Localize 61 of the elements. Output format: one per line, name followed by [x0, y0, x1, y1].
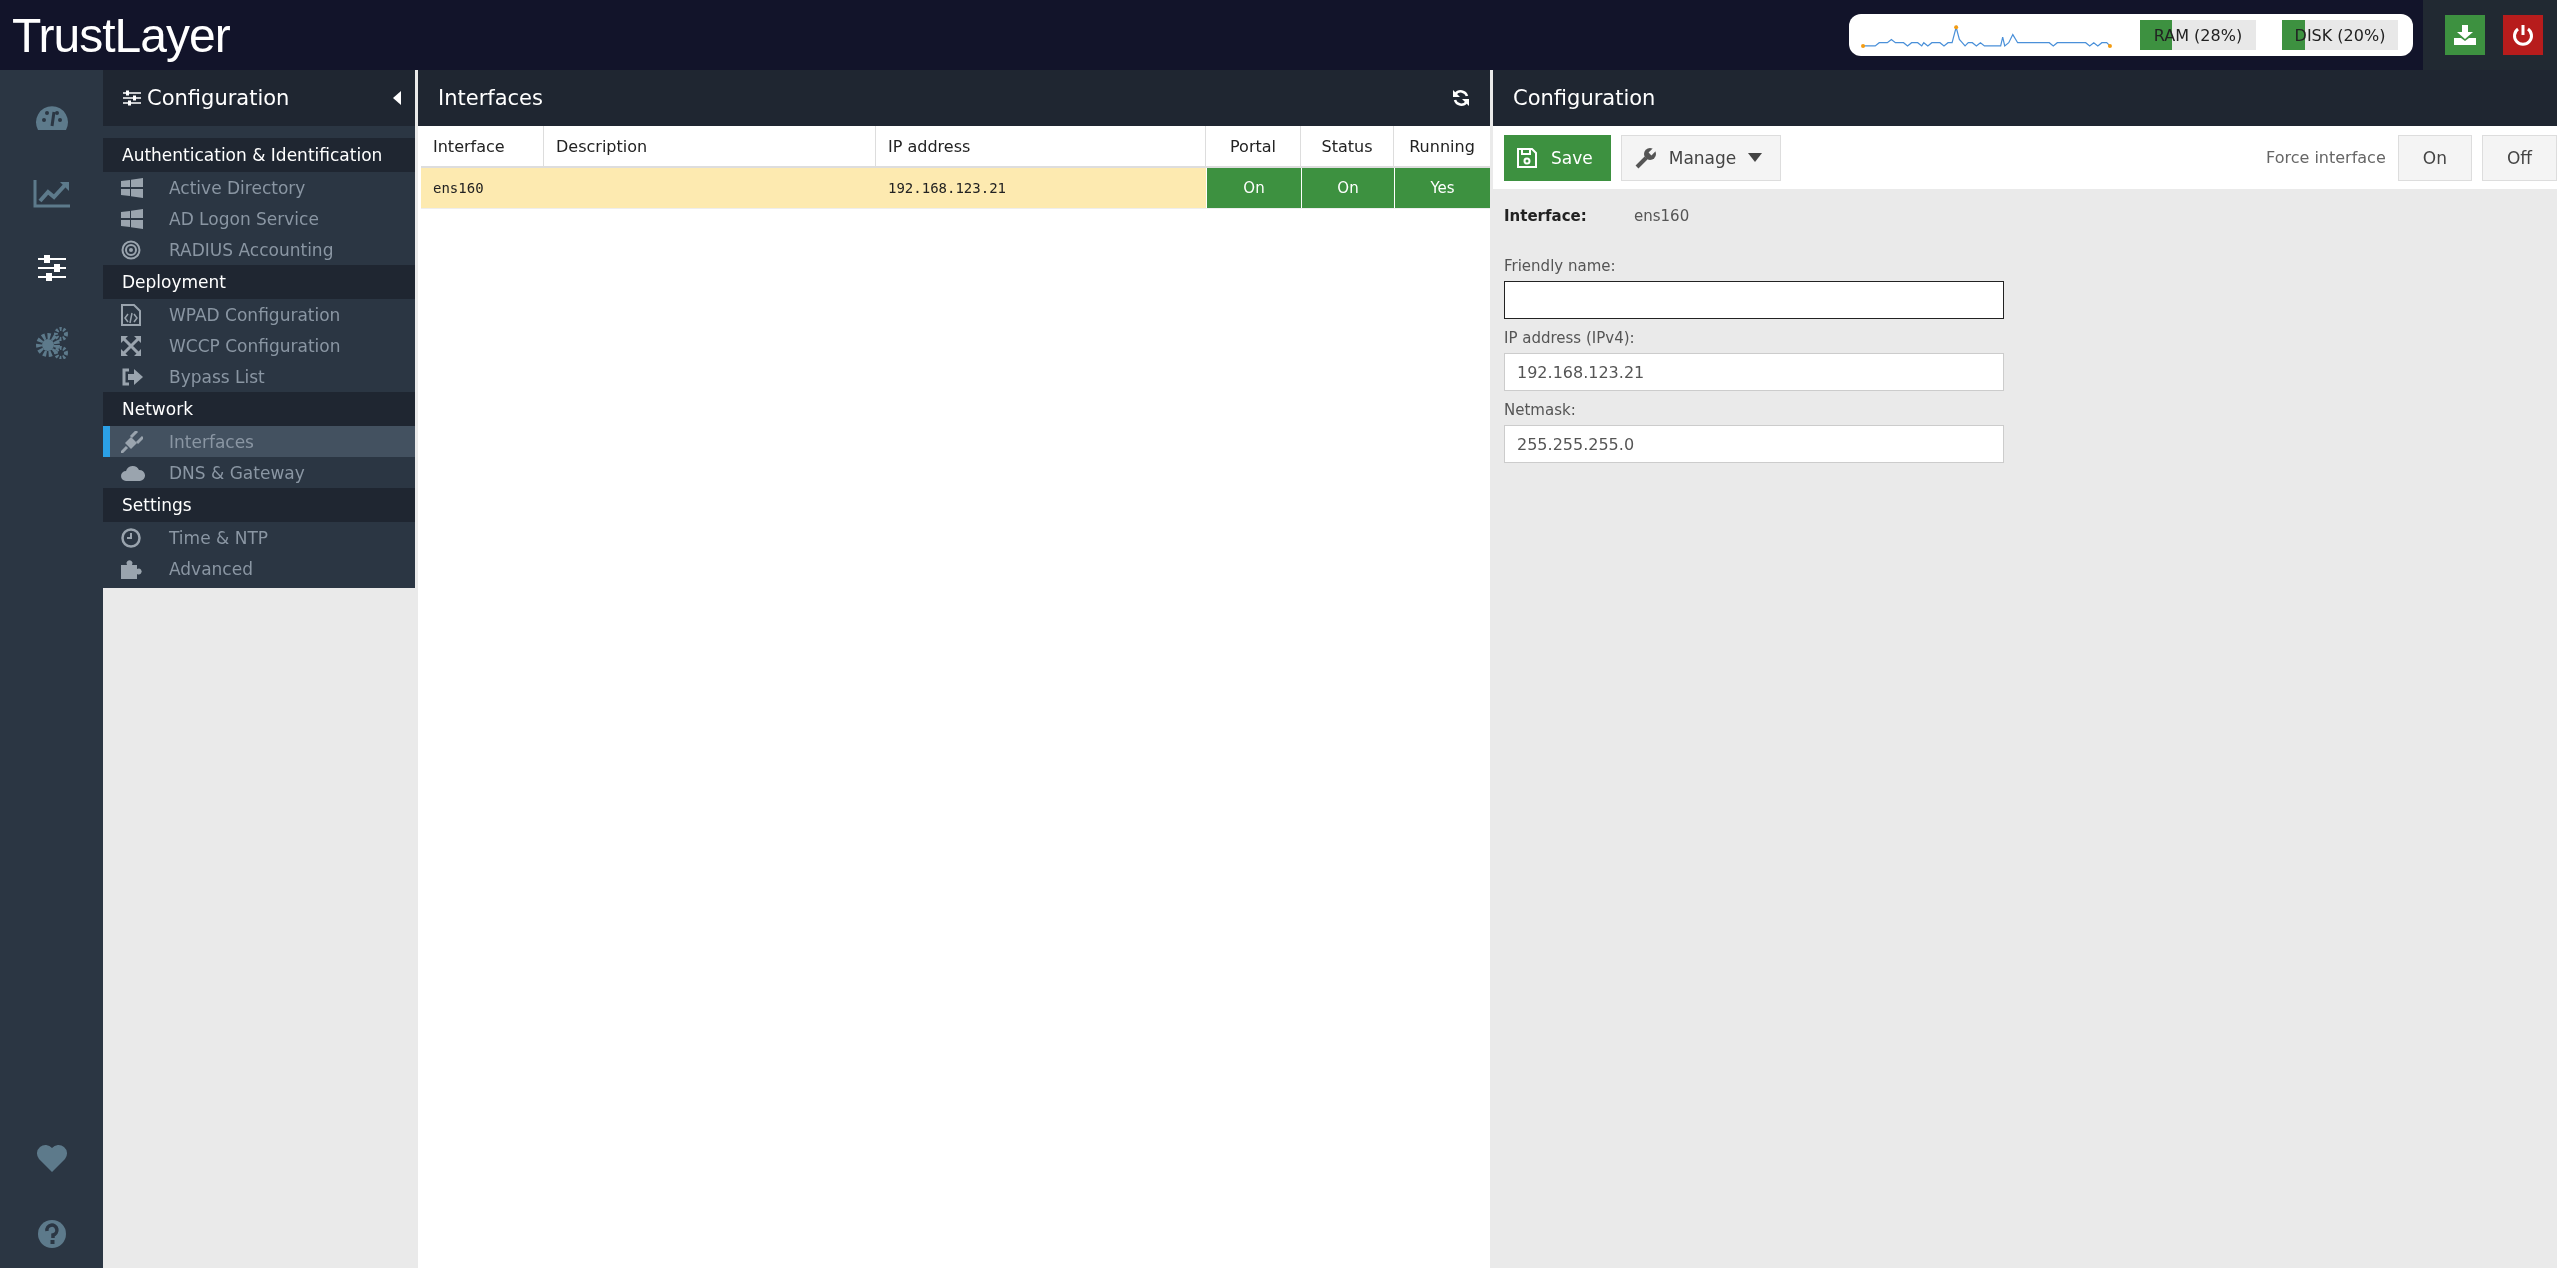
column-header[interactable]: Interface: [421, 126, 544, 166]
manage-dropdown[interactable]: Manage: [1620, 134, 1782, 181]
windows-icon: [121, 208, 143, 229]
refresh-icon[interactable]: [1452, 89, 1470, 107]
menu-section-heading: Network: [103, 392, 415, 426]
cloud-icon: [121, 464, 145, 481]
collapse-caret-icon[interactable]: [393, 91, 401, 105]
target-icon: [121, 239, 141, 260]
panel-title: Interfaces: [438, 86, 544, 110]
menu-item[interactable]: WPAD Configuration: [103, 299, 415, 330]
input-field[interactable]: 192.168.123.21: [1504, 353, 2004, 391]
toggle-option[interactable]: On: [2397, 134, 2472, 181]
interface-label: Interface:: [1504, 207, 1588, 225]
status-cell: On: [1206, 168, 1301, 208]
plug-icon: [121, 430, 143, 453]
panel-title: Configuration: [1513, 86, 1657, 110]
menu-item[interactable]: Time & NTP: [103, 522, 415, 553]
sliders-icon: [123, 90, 141, 106]
table-cell-text: ens160: [432, 179, 485, 198]
table-row[interactable]: ens160 192.168.123.21 On On Yes: [421, 168, 1490, 209]
column-header[interactable]: Portal: [1206, 126, 1301, 166]
power-button[interactable]: [2503, 15, 2543, 55]
expand-arrows-icon: [121, 335, 141, 356]
interface-value: ens160: [1634, 207, 1690, 225]
wrench-icon: [1634, 146, 1657, 169]
exit-arrow-icon: [121, 367, 143, 386]
status-cell: On: [1301, 168, 1394, 208]
table-cell-text: 192.168.123.21: [887, 179, 1007, 198]
power-icon: [2512, 24, 2534, 46]
puzzle-icon: [121, 558, 143, 579]
input-field[interactable]: 255.255.255.0: [1504, 425, 2004, 463]
column-header[interactable]: IP address: [876, 126, 1206, 166]
menu-section-heading: Settings: [103, 488, 415, 522]
caret-icon: [1748, 153, 1763, 162]
menu-item[interactable]: WCCP Configuration: [103, 330, 415, 361]
menu-item[interactable]: Advanced: [103, 553, 415, 584]
download-button[interactable]: [2445, 15, 2485, 55]
code-file-icon: [121, 303, 141, 326]
download-icon: [2454, 25, 2476, 45]
field-label: Netmask:: [1504, 401, 1577, 419]
column-header[interactable]: Running: [1394, 126, 1490, 166]
menu-item[interactable]: DNS & Gateway: [103, 457, 415, 488]
menu-item[interactable]: Active Directory: [103, 172, 415, 203]
field-label: IP address (IPv4):: [1504, 329, 1636, 347]
field-label: Friendly name:: [1504, 257, 1617, 275]
save-button[interactable]: Save: [1504, 134, 1611, 181]
windows-icon: [121, 177, 143, 198]
force-interface-label: Force interface: [2266, 148, 2386, 167]
menu-item[interactable]: RADIUS Accounting: [103, 234, 415, 265]
input-field[interactable]: [1504, 281, 2004, 319]
status-cell: Yes: [1394, 168, 1490, 208]
clock-icon: [121, 527, 141, 548]
menu-item[interactable]: AD Logon Service: [103, 203, 415, 234]
menu-section-heading: Deployment: [103, 265, 415, 299]
column-header[interactable]: Status: [1301, 126, 1394, 166]
logo: TrustLayer: [11, 7, 231, 63]
column-header[interactable]: Description: [544, 126, 876, 166]
toggle-option[interactable]: Off: [2481, 134, 2557, 181]
menu-item[interactable]: Bypass List: [103, 361, 415, 392]
menu-section-heading: Authentication & Identification: [103, 138, 415, 172]
sidebar-title: Configuration: [147, 86, 291, 110]
